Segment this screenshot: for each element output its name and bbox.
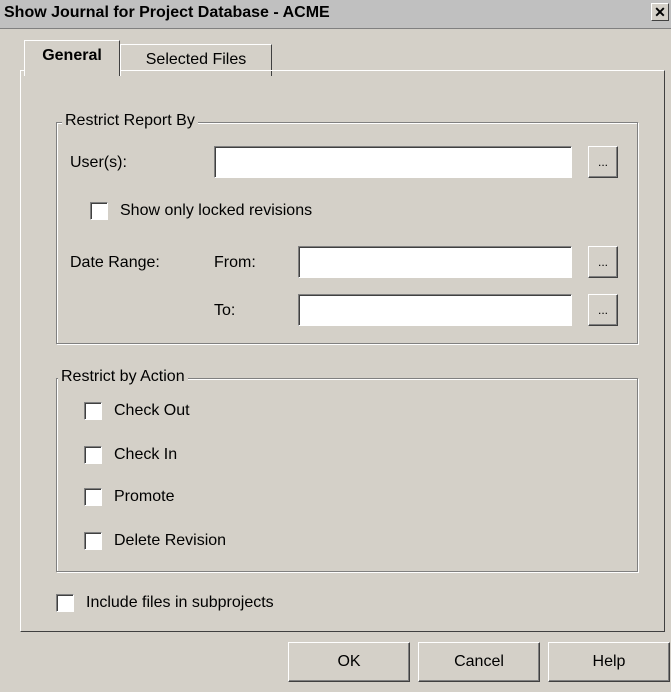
promote-checkbox[interactable] [84,488,102,506]
from-date-browse-button[interactable]: ... [588,246,618,278]
check-out-label: Check Out [114,402,190,419]
to-date-field[interactable] [298,294,572,326]
cancel-button[interactable]: Cancel [418,642,540,682]
promote-label: Promote [114,488,175,505]
from-label: From: [214,254,256,271]
users-label: User(s): [70,154,127,171]
users-browse-button[interactable]: ... [588,146,618,178]
delete-revision-label: Delete Revision [114,532,227,549]
to-date-browse-button[interactable]: ... [588,294,618,326]
restrict-report-legend: Restrict Report By [62,112,198,130]
title-bar: Show Journal for Project Database - ACME… [0,0,671,29]
tab-general[interactable]: General [24,40,120,76]
to-label: To: [214,302,236,319]
ok-button[interactable]: OK [288,642,410,682]
from-date-field[interactable] [298,246,572,278]
help-button[interactable]: Help [548,642,670,682]
restrict-action-legend: Restrict by Action [58,368,188,386]
date-range-label: Date Range: [70,254,160,271]
locked-revisions-label: Show only locked revisions [120,202,313,219]
window-title: Show Journal for Project Database - ACME [4,4,330,21]
include-subprojects-checkbox[interactable] [56,594,74,612]
check-in-label: Check In [114,446,178,463]
include-subprojects-label: Include files in subprojects [86,594,274,611]
delete-revision-checkbox[interactable] [84,532,102,550]
close-button[interactable]: ✕ [651,3,669,21]
check-in-checkbox[interactable] [84,446,102,464]
check-out-checkbox[interactable] [84,402,102,420]
close-icon: ✕ [654,4,666,20]
users-field[interactable] [214,146,572,178]
locked-revisions-checkbox[interactable] [90,202,108,220]
